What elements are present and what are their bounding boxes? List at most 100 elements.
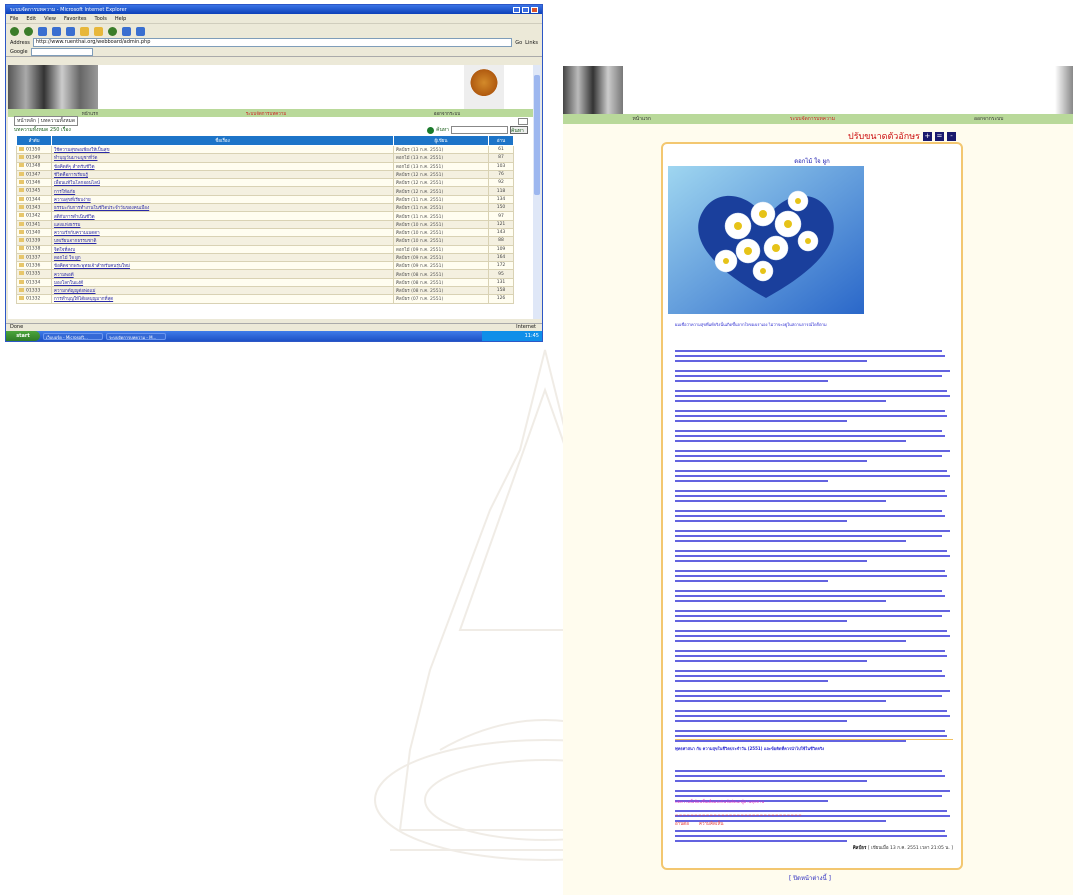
minimize-button[interactable] — [513, 6, 520, 13]
table-row[interactable]: 01337 ดอกไม้ ใจ ผูก ศิลป์ธร (09 ก.ค. 2551)… — [16, 252, 514, 263]
row-views: 172 — [488, 261, 514, 271]
google-search-input[interactable] — [30, 47, 93, 56]
history-icon[interactable] — [108, 26, 117, 36]
row-title-link[interactable]: จิตใจที่สงบ — [51, 244, 394, 254]
font-increase-button[interactable]: + — [922, 131, 932, 141]
nav-logout[interactable]: ออกจากระบบ — [434, 110, 461, 117]
address-input[interactable]: http://www.ruenthai.org/webboard/admin.p… — [32, 38, 513, 47]
stop-icon[interactable] — [38, 26, 47, 36]
col-id[interactable]: ลำดับ — [16, 135, 52, 146]
article-search-button[interactable]: ค้นหา — [510, 126, 528, 134]
back-icon[interactable] — [10, 26, 19, 36]
row-title-link[interactable]: ธรรมะกับการทำงานในชีวิตประจำวันของคนเมือ… — [51, 203, 394, 213]
pink-note[interactable]: บทความนี้เขียนขึ้นเพื่อแบ่งปันข้อคิดแก่ผ… — [675, 798, 764, 805]
col-title[interactable]: ชื่อเรื่อง — [51, 135, 394, 146]
row-title-link[interactable]: บทเรียนจากธรรมชาติ — [51, 236, 394, 246]
table-row[interactable]: 01349 ทำบุญวันมาฆบูชาที่วัด ดอกไม้ (13 ก.ค… — [16, 153, 514, 163]
row-id: 01344 — [16, 194, 52, 205]
row-title-link[interactable]: ใช้ความสุขพอเพียงให้เป็นสุข — [51, 144, 394, 155]
text-line — [675, 515, 945, 517]
col-author[interactable]: ผู้เขียน — [393, 135, 489, 146]
table-row[interactable]: 01350 ใช้ความสุขพอเพียงให้เป็นสุข ศิลป์ธร … — [16, 144, 514, 155]
table-row[interactable]: 01340 ความรักกับความเมตตา ศิลป์ธร (10 ก.ค.… — [16, 227, 514, 238]
row-id: 01343 — [16, 203, 52, 213]
row-title-link[interactable]: ข้อคิดดีๆ สำหรับชีวิต — [51, 161, 394, 171]
table-row[interactable]: 01334 มองโลกในแง่ดี ศิลป์ธร (08 ก.ค. 2551)… — [16, 277, 514, 288]
row-title-link[interactable]: การทำบุญให้ได้ผลบุญมากที่สุด — [51, 294, 394, 304]
taskbar-item-1[interactable]: เว็บบอร์ด - Microsoft... — [43, 332, 103, 340]
font-reset-button[interactable]: = — [934, 131, 944, 141]
table-row[interactable]: 01342 สติกับการดำเนินชีวิต ศิลป์ธร (11 ก.ค… — [16, 211, 514, 221]
vertical-scrollbar[interactable] — [533, 65, 541, 319]
row-title-link[interactable]: แสงแห่งธรรม — [51, 219, 394, 229]
close-window-link[interactable]: [ ปิดหน้าต่างนี้ ] — [789, 873, 831, 883]
menu-edit[interactable]: Edit — [26, 16, 36, 22]
table-row[interactable]: 01335 ความพอดี ศิลป์ธร (08 ก.ค. 2551) 95 — [16, 269, 514, 279]
nav-home[interactable]: หน้าแรก — [82, 110, 99, 117]
row-title-link[interactable]: เพื่อนแท้ในโลกออนไลน์ — [51, 178, 394, 188]
taskbar-item-2[interactable]: ระบบจัดการบทความ - M... — [106, 332, 166, 340]
home-icon[interactable] — [66, 26, 75, 36]
row-title-link[interactable]: สติกับการดำเนินชีวิต — [51, 211, 394, 221]
row-title-link[interactable]: ชีวิตคือการเรียนรู้ — [51, 169, 394, 180]
read-more-link[interactable]: อ่านต่อ — [675, 820, 689, 827]
forward-icon[interactable] — [24, 26, 33, 36]
table-row[interactable]: 01339 บทเรียนจากธรรมชาติ ศิลป์ธร (10 ก.ค. … — [16, 236, 514, 246]
table-row[interactable]: 01338 จิตใจที่สงบ ดอกไม้ (09 ก.ค. 2551) 109 — [16, 244, 514, 254]
row-title-link[interactable]: ความกตัญญูต่อพ่อแม่ — [51, 286, 394, 296]
collapse-icon[interactable] — [518, 117, 528, 125]
row-views: 97 — [488, 211, 514, 221]
row-title-link[interactable]: ทำบุญวันมาฆบูชาที่วัด — [51, 153, 394, 163]
nav-article-admin[interactable]: ระบบจัดการบทความ — [246, 110, 287, 117]
folder-icon — [19, 146, 24, 151]
comments-link[interactable]: ความคิดเห็น — [699, 820, 724, 827]
table-row[interactable]: 01332 การทำบุญให้ได้ผลบุญมากที่สุด ศิลป์ธร… — [16, 294, 514, 304]
close-button[interactable] — [531, 6, 538, 13]
row-title-link[interactable]: ดอกไม้ ใจ ผูก — [51, 252, 394, 263]
table-row[interactable]: 01341 แสงแห่งธรรม ศิลป์ธร (10 ก.ค. 2551) 12… — [16, 219, 514, 229]
search-label: ค้นหา — [436, 127, 449, 133]
print-icon[interactable] — [136, 26, 145, 36]
nav-logout[interactable]: ออกจากระบบ — [974, 115, 1004, 123]
table-row[interactable]: 01344 ความสุขที่เรียบง่าย ศิลป์ธร (11 ก.ค.… — [16, 194, 514, 205]
refresh-icon[interactable] — [52, 26, 61, 36]
links-label[interactable]: Links — [525, 40, 538, 46]
row-title-link[interactable]: ความรักกับความเมตตา — [51, 227, 394, 238]
mail-icon[interactable] — [122, 26, 131, 36]
browser-titlebar: ระบบจัดการบทความ - Microsoft Internet Ex… — [6, 5, 542, 14]
table-row[interactable]: 01346 เพื่อนแท้ในโลกออนไลน์ ศิลป์ธร (12 ก.… — [16, 178, 514, 188]
folder-icon — [19, 263, 24, 268]
menu-tools[interactable]: Tools — [95, 16, 107, 22]
row-title-link[interactable]: ข้อคิดจากพระพุทธเจ้าสำหรับคนรุ่นใหม่ — [51, 261, 394, 271]
menu-view[interactable]: View — [44, 16, 56, 22]
nav-article-admin[interactable]: ระบบจัดการบทความ — [790, 115, 835, 123]
row-title-link[interactable]: การให้อภัย — [51, 186, 394, 196]
search-icon[interactable] — [80, 26, 89, 36]
text-line — [675, 570, 945, 572]
maximize-button[interactable] — [522, 6, 529, 13]
table-row[interactable]: 01333 ความกตัญญูต่อพ่อแม่ ศิลป์ธร (08 ก.ค.… — [16, 286, 514, 296]
row-title-link[interactable]: ความพอดี — [51, 269, 394, 279]
col-views[interactable]: อ่าน — [488, 135, 514, 146]
go-button[interactable]: Go — [515, 40, 522, 46]
article-page: หน้าแรก ระบบจัดการบทความ ออกจากระบบ ปรับ… — [563, 66, 1073, 895]
nav-home[interactable]: หน้าแรก — [632, 115, 650, 123]
table-row[interactable]: 01345 การให้อภัย ศิลป์ธร (12 ก.ค. 2551) 118 — [16, 186, 514, 196]
table-row[interactable]: 01348 ข้อคิดดีๆ สำหรับชีวิต ดอกไม้ (13 ก.ค… — [16, 161, 514, 171]
row-title-link[interactable]: ความสุขที่เรียบง่าย — [51, 194, 394, 205]
row-title-link[interactable]: มองโลกในแง่ดี — [51, 277, 394, 288]
start-button[interactable]: start — [6, 331, 40, 341]
table-row[interactable]: 01336 ข้อคิดจากพระพุทธเจ้าสำหรับคนรุ่นใหม… — [16, 261, 514, 271]
menu-favorites[interactable]: Favorites — [64, 16, 87, 22]
font-decrease-button[interactable]: - — [946, 131, 956, 141]
text-line — [675, 500, 887, 502]
menu-file[interactable]: File — [10, 16, 18, 22]
article-search-input[interactable] — [451, 126, 508, 134]
favorites-icon[interactable] — [94, 26, 103, 36]
folder-icon — [19, 296, 24, 301]
highlight-heading: พุทธศาสนา กับ ความสุขในชีวิตประจำวัน (25… — [675, 746, 825, 751]
table-row[interactable]: 01347 ชีวิตคือการเรียนรู้ ศิลป์ธร (12 ก.ค.… — [16, 169, 514, 180]
menu-help[interactable]: Help — [115, 16, 126, 22]
breadcrumb[interactable]: หน้าหลัก | บทความทั้งหมด — [14, 116, 79, 126]
table-row[interactable]: 01343 ธรรมะกับการทำงานในชีวิตประจำวันของค… — [16, 203, 514, 213]
